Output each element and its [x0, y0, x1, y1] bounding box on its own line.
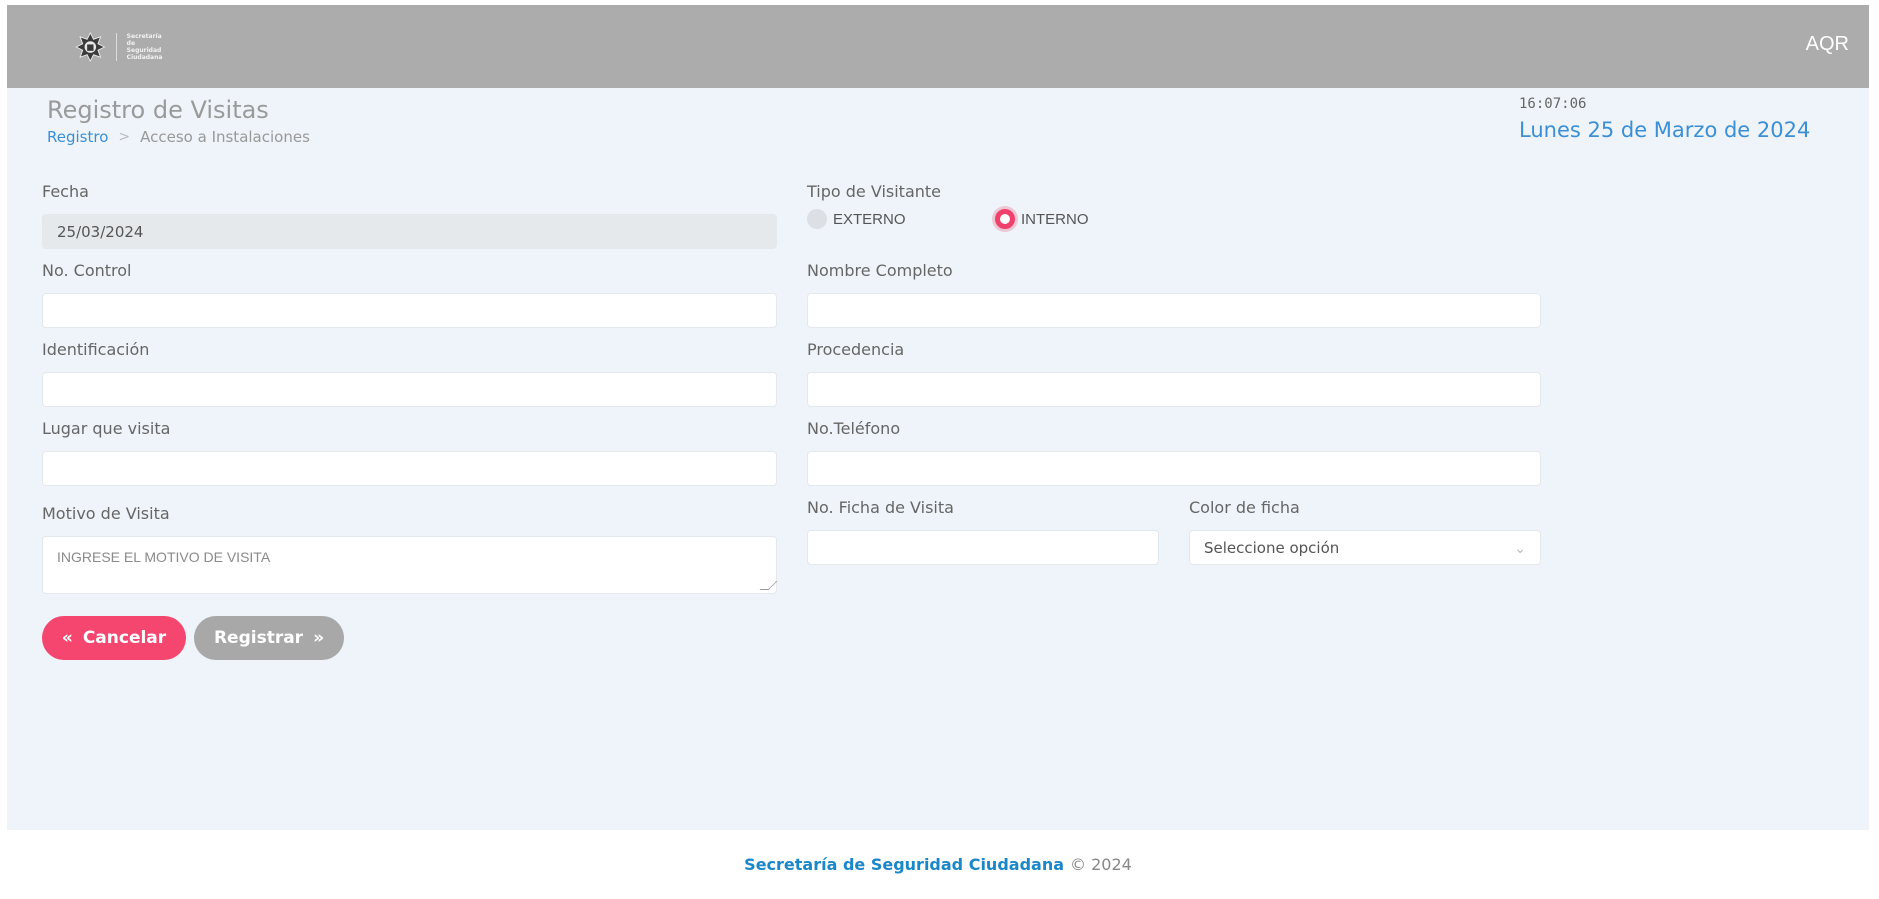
motivo-label: Motivo de Visita: [42, 504, 170, 523]
no-control-label: No. Control: [42, 261, 132, 280]
resize-handle-icon[interactable]: [759, 581, 778, 590]
logo-text: Secretaría de Seguridad Ciudadana: [115, 33, 165, 61]
procedencia-input[interactable]: [807, 372, 1541, 407]
chevron-right-icon: >: [118, 129, 131, 145]
clock: 16:07:06: [1519, 96, 1587, 112]
register-button[interactable]: Registrar »: [194, 616, 344, 660]
footer: Secretaría de Seguridad Ciudadana © 2024: [7, 830, 1869, 899]
register-button-label: Registrar: [213, 628, 304, 648]
nombre-input[interactable]: [807, 293, 1541, 328]
identificacion-input[interactable]: [42, 372, 777, 407]
ficha-input[interactable]: [807, 530, 1159, 565]
page-title: Registro de Visitas: [47, 96, 269, 124]
star-badge-icon: [75, 31, 106, 63]
fecha-field: 25/03/2024: [42, 214, 777, 249]
nombre-label: Nombre Completo: [807, 261, 953, 280]
radio-interno-label: INTERNO: [1021, 210, 1089, 228]
lugar-visita-label: Lugar que visita: [42, 419, 171, 438]
double-chevron-right-icon: »: [313, 628, 325, 648]
tipo-visitante-label: Tipo de Visitante: [807, 182, 941, 201]
telefono-input[interactable]: [807, 451, 1541, 486]
app-frame: Secretaría de Seguridad Ciudadana AQR Re…: [7, 5, 1869, 899]
footer-org-link[interactable]: Secretaría de Seguridad Ciudadana: [744, 855, 1064, 874]
identificacion-label: Identificación: [42, 340, 150, 359]
cancel-button[interactable]: « Cancelar: [42, 616, 186, 660]
logo[interactable]: Secretaría de Seguridad Ciudadana: [75, 17, 165, 77]
fecha-label: Fecha: [42, 182, 89, 201]
no-control-input[interactable]: [42, 293, 777, 328]
radio-interno[interactable]: INTERNO: [995, 209, 1089, 229]
current-date: Lunes 25 de Marzo de 2024: [1519, 118, 1811, 142]
main-content: Registro de Visitas Registro > Acceso a …: [7, 88, 1869, 830]
radio-checked-icon: [995, 209, 1015, 229]
color-ficha-select[interactable]: Seleccione opción ⌄: [1189, 530, 1541, 565]
procedencia-label: Procedencia: [807, 340, 905, 359]
footer-copyright: © 2024: [1070, 855, 1132, 874]
radio-externo-label: EXTERNO: [833, 210, 906, 228]
double-chevron-left-icon: «: [61, 628, 73, 648]
top-bar: Secretaría de Seguridad Ciudadana AQR: [7, 5, 1869, 88]
breadcrumb: Registro > Acceso a Instalaciones: [47, 128, 310, 146]
ficha-label: No. Ficha de Visita: [807, 498, 954, 517]
breadcrumb-registro-link[interactable]: Registro: [47, 128, 108, 146]
color-ficha-label: Color de ficha: [1189, 498, 1300, 517]
motivo-placeholder: INGRESE EL MOTIVO DE VISITA: [57, 549, 271, 565]
user-initials[interactable]: AQR: [1806, 33, 1849, 56]
chevron-down-icon: ⌄: [1514, 541, 1526, 557]
radio-unchecked-icon: [807, 209, 827, 229]
lugar-visita-input[interactable]: [42, 451, 777, 486]
motivo-textarea[interactable]: INGRESE EL MOTIVO DE VISITA: [42, 536, 778, 594]
breadcrumb-current: Acceso a Instalaciones: [140, 128, 310, 146]
color-ficha-selected: Seleccione opción: [1204, 538, 1340, 557]
radio-externo[interactable]: EXTERNO: [807, 209, 906, 229]
telefono-label: No.Teléfono: [807, 419, 901, 438]
cancel-button-label: Cancelar: [82, 628, 167, 648]
